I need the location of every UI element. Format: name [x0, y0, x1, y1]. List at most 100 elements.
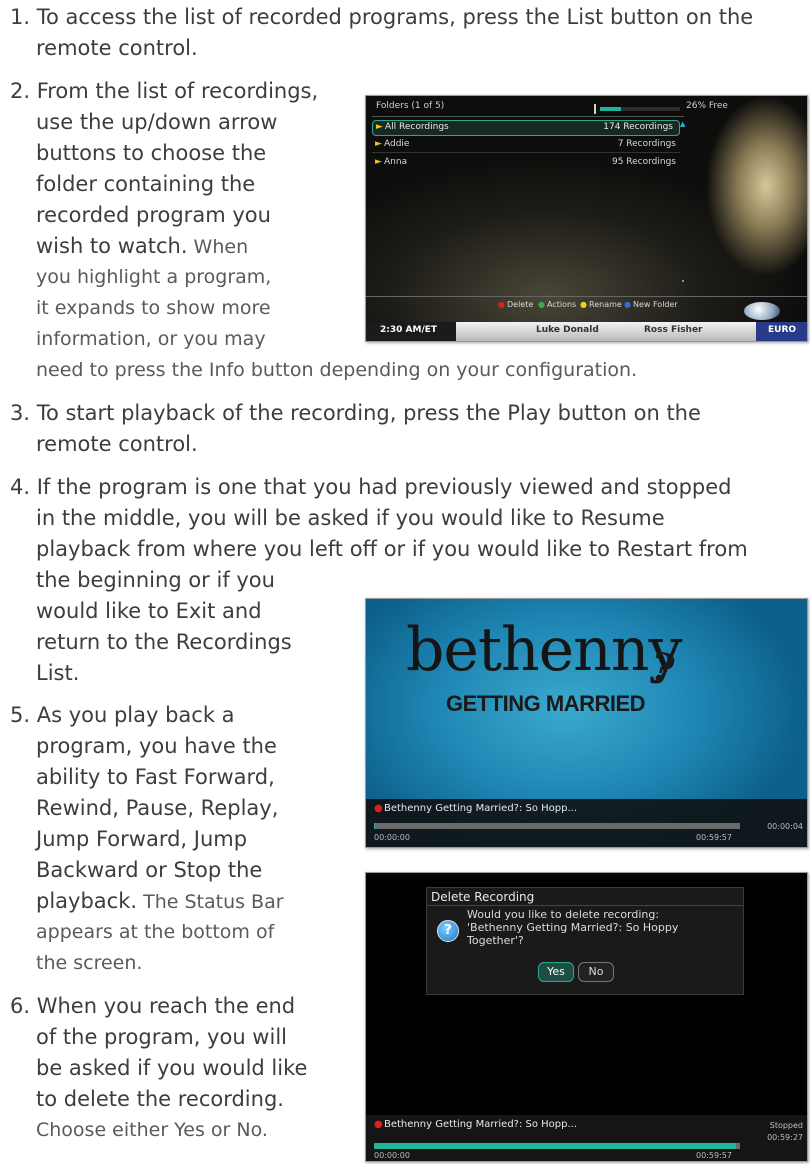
- progress-fill: [374, 1143, 737, 1149]
- step-2-line-7: you highlight a program,: [36, 266, 272, 288]
- step-2-line-1: 2. From the list of recordings,: [10, 79, 319, 103]
- step-5-line-3: ability to Fast Forward,: [36, 765, 275, 789]
- folder-icon: ►: [375, 157, 382, 167]
- blue-dot-icon: ●: [624, 300, 631, 309]
- free-space-label: 26% Free: [686, 101, 728, 111]
- ticker-bar: 2:30 AM/ET Luke Donald Ross Fisher EURO: [366, 322, 807, 341]
- scroll-up-icon[interactable]: ▲: [680, 120, 685, 128]
- step-2-line-5: recorded program you: [36, 203, 271, 227]
- playback-screenshot: bethenny ? GETTING MARRIED ● Bethenny Ge…: [365, 598, 808, 848]
- start-time: 00:00:00: [374, 1151, 410, 1160]
- show-logo-main: bethenny: [406, 615, 682, 685]
- free-space-bar: [600, 107, 680, 111]
- status-bar: ● Bethenny Getting Married?: So Hopp... …: [366, 799, 807, 847]
- step-1-line-1: 1. To access the list of recorded progra…: [10, 5, 754, 29]
- step-2-line-6: wish to watch. When: [36, 231, 248, 263]
- program-title: Bethenny Getting Married?: So Hopp...: [384, 1119, 578, 1130]
- step-2-plain: When: [187, 236, 249, 258]
- step-6-line-2: of the program, you will: [36, 1025, 287, 1049]
- step-6-line-4: to delete the recording.: [36, 1087, 284, 1111]
- step-2-line-10: need to press the Info button depending …: [36, 359, 638, 381]
- channel-logo-icon: [744, 302, 780, 320]
- step-3-line-1: 3. To start playback of the recording, p…: [10, 401, 701, 425]
- folder-count: 7 Recordings: [617, 139, 676, 149]
- delete-dialog: Delete Recording ? Would you like to del…: [426, 887, 744, 995]
- action-rename[interactable]: Rename: [589, 300, 622, 309]
- question-icon: ?: [437, 920, 459, 942]
- folder-row-selected[interactable]: ► All Recordings 174 Recordings: [372, 120, 680, 136]
- action-delete[interactable]: Delete: [507, 300, 533, 309]
- step-5-line-5: Jump Forward, Jump: [36, 827, 248, 851]
- yellow-dot-icon: ●: [580, 300, 587, 309]
- step-4-line-7: List.: [36, 661, 80, 685]
- action-new-folder[interactable]: New Folder: [633, 300, 678, 309]
- folder-name: All Recordings: [385, 122, 449, 132]
- end-time: 00:59:57: [696, 1151, 732, 1160]
- folder-row[interactable]: ► Addie 7 Recordings: [372, 138, 680, 153]
- step-2-line-4: folder containing the: [36, 172, 256, 196]
- free-space-fill: [600, 107, 621, 111]
- folder-name: Addie: [384, 139, 410, 149]
- step-4-line-3: playback from where you left off or if y…: [36, 537, 748, 561]
- progress-track[interactable]: [374, 823, 740, 829]
- record-dot-icon: ●: [374, 1119, 383, 1130]
- step-5-line-7: playback. The Status Bar: [36, 886, 284, 918]
- status-bar: ● Bethenny Getting Married?: So Hopp... …: [366, 1115, 807, 1161]
- step-4-line-1: 4. If the program is one that you had pr…: [10, 475, 732, 499]
- progress-fill: [374, 823, 376, 829]
- dialog-message-line-3: Together'?: [467, 934, 524, 947]
- show-logo-sub: GETTING MARRIED: [446, 691, 646, 716]
- step-2-line-3: buttons to choose the: [36, 141, 267, 165]
- step-2-line-2: use the up/down arrow: [36, 110, 278, 134]
- step-5-line-8: appears at the bottom of: [36, 921, 275, 943]
- step-6-line-1: 6. When you reach the end: [10, 994, 296, 1018]
- step-1-line-2: remote control.: [36, 36, 198, 60]
- folder-count: 95 Recordings: [611, 157, 676, 167]
- step-5-line-6: Backward or Stop the: [36, 858, 263, 882]
- step-5-line-2: program, you have the: [36, 734, 277, 758]
- dialog-message-line-2: 'Bethenny Getting Married?: So Hoppy: [467, 921, 679, 934]
- step-2-line-9: information, or you may: [36, 328, 266, 350]
- end-time: 00:59:57: [696, 833, 732, 842]
- step-5-emphasis: playback.: [36, 889, 138, 913]
- action-actions[interactable]: Actions: [547, 300, 576, 309]
- ticker-time: 2:30 AM/ET: [380, 325, 438, 335]
- folders-header: Folders (1 of 5): [376, 101, 445, 111]
- free-divider: [594, 104, 596, 114]
- folder-row[interactable]: ► Anna 95 Recordings: [372, 156, 680, 170]
- ticker-tag: EURO: [768, 325, 797, 335]
- dialog-title: Delete Recording: [431, 890, 535, 904]
- elapsed-time: 00:00:04: [767, 822, 803, 831]
- step-4-line-2: in the middle, you will be asked if you …: [36, 506, 665, 530]
- step-6-line-3: be asked if you would like: [36, 1056, 308, 1080]
- header-divider: [372, 116, 684, 117]
- step-5-line-9: the screen.: [36, 952, 143, 974]
- step-3-line-2: remote control.: [36, 432, 198, 456]
- step-5-plain: The Status Bar: [137, 891, 284, 913]
- step-4-line-4: the beginning or if you: [36, 568, 275, 592]
- step-6-line-5: Choose either Yes or No.: [36, 1119, 268, 1141]
- folder-icon: ►: [376, 122, 383, 132]
- scroll-indicator: [682, 280, 684, 282]
- progress-track[interactable]: [374, 1143, 740, 1149]
- folder-name: Anna: [384, 157, 408, 167]
- record-dot-icon: ●: [374, 803, 383, 814]
- folder-icon: ►: [375, 139, 382, 149]
- step-5-line-4: Rewind, Pause, Replay,: [36, 796, 279, 820]
- start-time: 00:00:00: [374, 833, 410, 842]
- playback-state: Stopped: [769, 1121, 803, 1130]
- elapsed-time: 00:59:27: [767, 1133, 803, 1142]
- yes-button[interactable]: Yes: [538, 962, 574, 982]
- ticker-name-2: Ross Fisher: [644, 325, 703, 335]
- recordings-list-screenshot: Folders (1 of 5) 26% Free ► All Recordin…: [365, 95, 808, 342]
- step-5-line-1: 5. As you play back a: [10, 703, 235, 727]
- green-dot-icon: ●: [538, 300, 545, 309]
- step-4-line-5: would like to Exit and: [36, 599, 262, 623]
- step-2-line-8: it expands to show more: [36, 297, 271, 319]
- dialog-message-line-1: Would you like to delete recording:: [467, 908, 660, 921]
- step-4-line-6: return to the Recordings: [36, 630, 292, 654]
- folder-count: 174 Recordings: [603, 122, 673, 132]
- ticker-name-1: Luke Donald: [536, 325, 599, 335]
- no-button[interactable]: No: [578, 962, 614, 982]
- actions-divider: [366, 296, 807, 297]
